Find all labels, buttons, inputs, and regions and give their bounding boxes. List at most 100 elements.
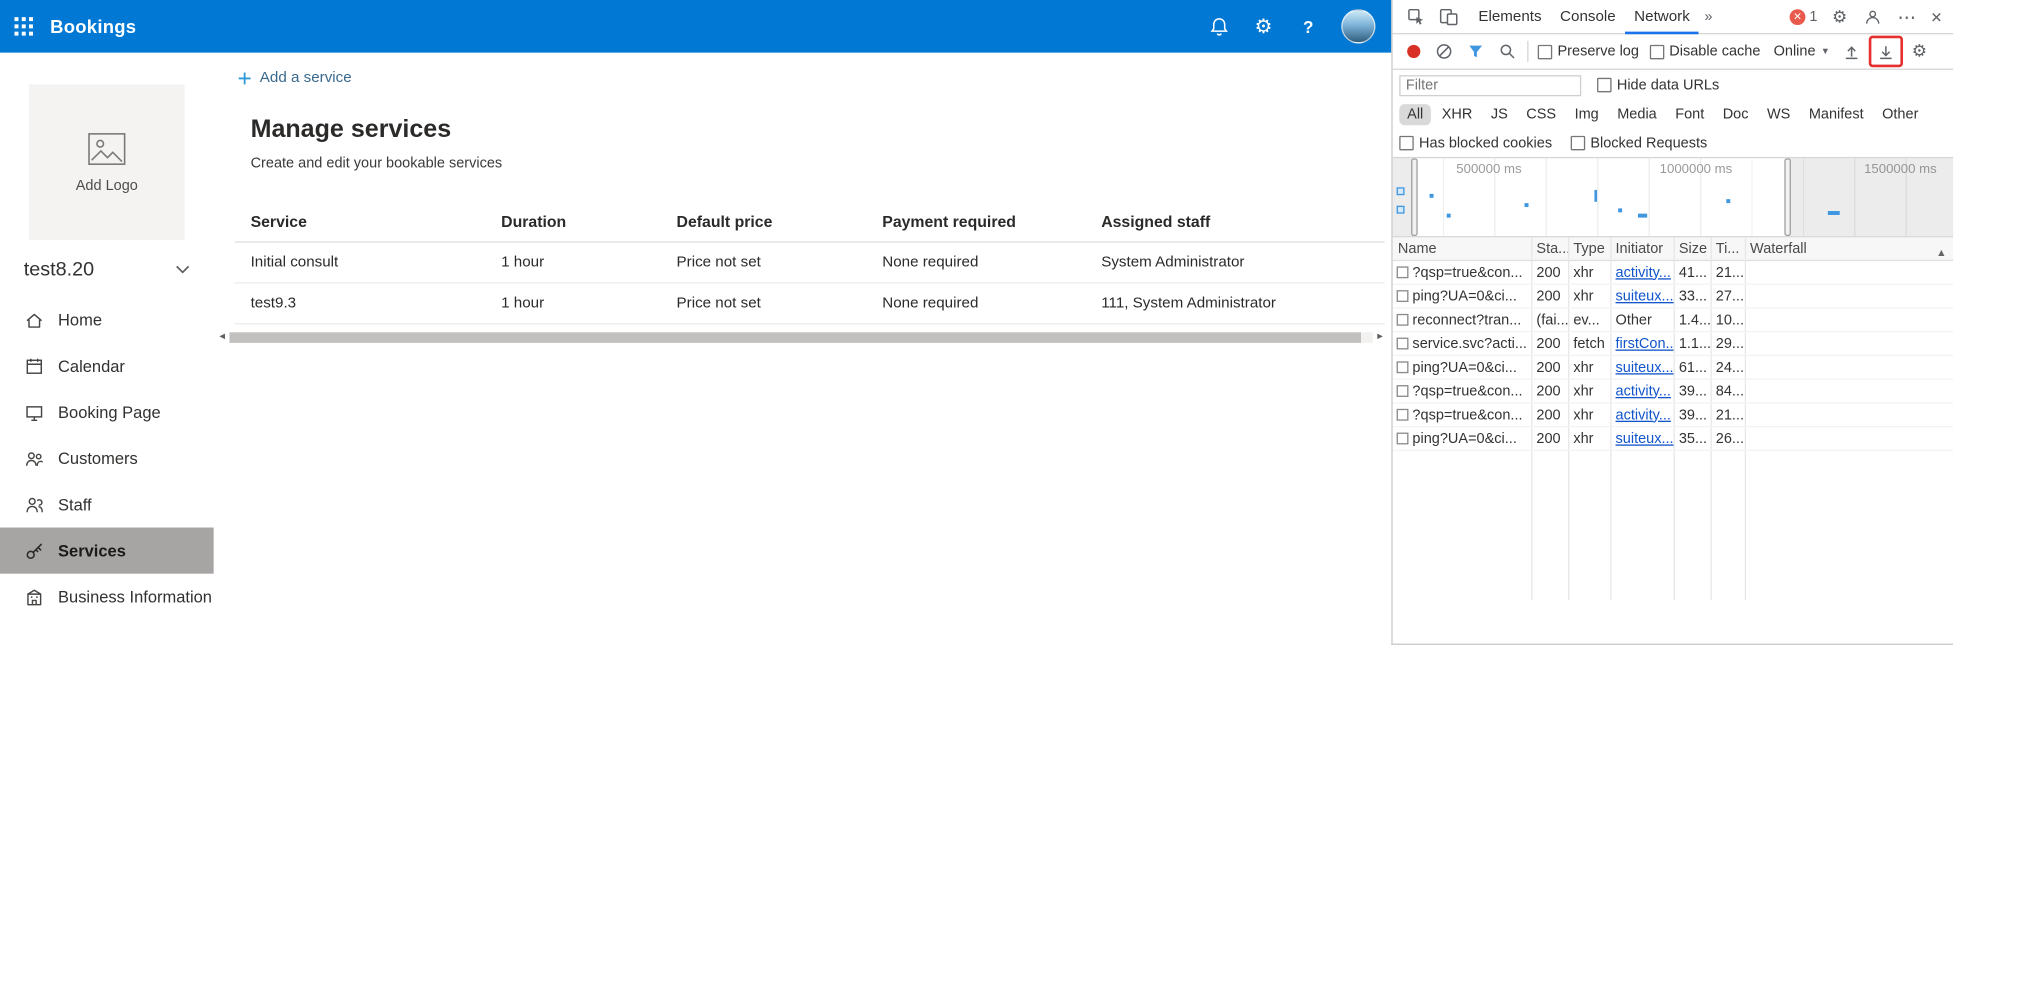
error-badge[interactable]: ✕ 1	[1789, 9, 1817, 26]
network-filter-input[interactable]	[1399, 74, 1582, 96]
request-status: 200	[1536, 335, 1561, 352]
throttling-dropdown[interactable]: Online ▼	[1774, 44, 1830, 60]
type-filter-img[interactable]: Img	[1567, 104, 1607, 125]
column-header-status[interactable]: Sta...	[1531, 241, 1568, 257]
column-header-initiator[interactable]: Initiator	[1610, 241, 1673, 257]
sidebar-item-customers[interactable]: Customers	[0, 435, 214, 481]
network-request-row[interactable]: reconnect?tran... (fai... ev... Other 1.…	[1392, 309, 1954, 333]
network-request-row[interactable]: ping?UA=0&ci... 200 xhr suiteux... 61...…	[1392, 356, 1954, 380]
scrollbar-thumb[interactable]	[229, 332, 1362, 343]
request-checkbox[interactable]	[1396, 313, 1409, 326]
request-type: xhr	[1573, 264, 1594, 281]
type-filter-media[interactable]: Media	[1609, 104, 1664, 125]
request-checkbox[interactable]	[1396, 337, 1409, 350]
devtools-person-button[interactable]	[1862, 7, 1883, 28]
export-har-button[interactable]	[1875, 41, 1896, 62]
scroll-right-icon[interactable]: ►	[1373, 331, 1388, 344]
request-checkbox[interactable]	[1396, 408, 1409, 421]
account-dropdown[interactable]: test8.20	[24, 258, 190, 281]
disable-cache-toggle[interactable]: Disable cache	[1649, 44, 1760, 59]
timeline-left-handle[interactable]	[1411, 158, 1418, 237]
settings-button[interactable]: ⚙	[1252, 15, 1276, 39]
request-checkbox[interactable]	[1396, 266, 1409, 279]
notifications-button[interactable]	[1207, 15, 1231, 39]
has-blocked-cookies-checkbox[interactable]	[1399, 135, 1414, 151]
hide-data-urls-checkbox[interactable]	[1597, 77, 1612, 93]
service-row[interactable]: Initial consult 1 hour Price not set Non…	[234, 243, 1385, 284]
blocked-requests-toggle[interactable]: Blocked Requests	[1570, 135, 1707, 151]
import-har-button[interactable]	[1841, 41, 1862, 62]
network-request-row[interactable]: service.svc?acti... 200 fetch firstCon..…	[1392, 332, 1954, 357]
request-initiator-link[interactable]: firstCon...	[1616, 336, 1674, 352]
request-checkbox[interactable]	[1396, 361, 1409, 374]
user-avatar[interactable]	[1341, 9, 1376, 44]
column-header-size[interactable]: Size	[1674, 241, 1711, 257]
type-filter-ws[interactable]: WS	[1759, 104, 1798, 125]
has-blocked-cookies-toggle[interactable]: Has blocked cookies	[1399, 135, 1552, 151]
help-button[interactable]: ?	[1296, 15, 1320, 39]
request-initiator-link[interactable]: suiteux...	[1616, 359, 1674, 375]
filter-toggle-button[interactable]	[1465, 41, 1486, 62]
column-header-waterfall[interactable]: Waterfall ▲	[1745, 241, 1953, 257]
preserve-log-toggle[interactable]: Preserve log	[1537, 44, 1639, 59]
inspect-element-button[interactable]	[1405, 6, 1426, 27]
gear-icon: ⚙	[1254, 15, 1273, 39]
scroll-left-icon[interactable]: ◄	[215, 331, 230, 344]
type-filter-other[interactable]: Other	[1874, 104, 1926, 125]
request-checkbox[interactable]	[1396, 290, 1409, 303]
sidebar-item-services[interactable]: Services	[0, 527, 214, 574]
request-checkbox[interactable]	[1396, 432, 1409, 445]
type-filter-manifest[interactable]: Manifest	[1801, 104, 1872, 125]
type-filter-doc[interactable]: Doc	[1715, 104, 1757, 125]
sidebar-item-home[interactable]: Home	[0, 297, 214, 343]
request-initiator-link[interactable]: activity...	[1616, 407, 1671, 423]
add-service-button[interactable]: Add a service	[237, 70, 352, 86]
devtools-menu-button[interactable]: ⋯	[1897, 8, 1915, 26]
blocked-requests-checkbox[interactable]	[1570, 135, 1586, 151]
devtools-close-button[interactable]: ✕	[1930, 9, 1942, 26]
request-initiator-link[interactable]: activity...	[1616, 383, 1671, 399]
hide-data-urls-toggle[interactable]: Hide data URLs	[1597, 77, 1719, 93]
type-filter-css[interactable]: CSS	[1518, 104, 1564, 125]
record-button[interactable]	[1407, 44, 1421, 59]
request-name: ?qsp=true&con...	[1412, 406, 1523, 423]
request-initiator-link[interactable]: activity...	[1616, 264, 1671, 280]
request-initiator-link[interactable]: suiteux...	[1616, 431, 1674, 447]
clear-button[interactable]	[1434, 41, 1455, 62]
network-search-button[interactable]	[1497, 41, 1518, 62]
request-initiator-link[interactable]: suiteux...	[1616, 288, 1674, 304]
network-overview-timeline[interactable]: 500000 ms 1000000 ms 1500000 ms	[1392, 158, 1954, 238]
network-request-row[interactable]: ping?UA=0&ci... 200 xhr suiteux... 33...…	[1392, 285, 1954, 309]
sidebar-item-staff[interactable]: Staff	[0, 481, 214, 527]
network-request-row[interactable]: ?qsp=true&con... 200 xhr activity... 39.…	[1392, 380, 1954, 404]
network-request-row[interactable]: ?qsp=true&con... 200 xhr activity... 41.…	[1392, 261, 1954, 285]
horizontal-scrollbar[interactable]: ◄ ►	[215, 331, 1387, 344]
column-header-name[interactable]: Name	[1393, 241, 1531, 257]
device-toolbar-button[interactable]	[1437, 6, 1458, 27]
type-filter-font[interactable]: Font	[1667, 104, 1712, 125]
timeline-right-handle[interactable]	[1784, 158, 1791, 237]
request-checkbox[interactable]	[1396, 385, 1409, 397]
more-tabs-button[interactable]: »	[1699, 9, 1718, 25]
column-header-time[interactable]: Ti...	[1710, 241, 1744, 257]
type-filter-js[interactable]: JS	[1483, 104, 1516, 125]
tab-elements[interactable]: Elements	[1469, 0, 1551, 34]
tab-network[interactable]: Network	[1625, 0, 1699, 34]
sidebar-item-booking-page[interactable]: Booking Page	[0, 389, 214, 435]
tab-console[interactable]: Console	[1551, 0, 1625, 34]
column-header-type[interactable]: Type	[1568, 241, 1610, 257]
scrollbar-track[interactable]	[229, 332, 1373, 343]
devtools-settings-button[interactable]: ⚙	[1832, 7, 1847, 28]
app-launcher-button[interactable]	[0, 0, 47, 53]
network-settings-button[interactable]: ⚙	[1912, 41, 1927, 62]
network-request-row[interactable]: ?qsp=true&con... 200 xhr activity... 39.…	[1392, 404, 1954, 428]
sidebar-item-calendar[interactable]: Calendar	[0, 343, 214, 389]
type-filter-all[interactable]: All	[1399, 104, 1432, 126]
disable-cache-checkbox[interactable]	[1649, 44, 1665, 59]
network-request-row[interactable]: ping?UA=0&ci... 200 xhr suiteux... 35...…	[1392, 427, 1954, 452]
add-logo-button[interactable]: Add Logo	[29, 84, 185, 241]
sidebar-item-business-information[interactable]: Business Information	[0, 574, 214, 620]
preserve-log-checkbox[interactable]	[1537, 44, 1553, 59]
service-row[interactable]: test9.3 1 hour Price not set None requir…	[234, 284, 1385, 325]
type-filter-xhr[interactable]: XHR	[1434, 104, 1480, 125]
